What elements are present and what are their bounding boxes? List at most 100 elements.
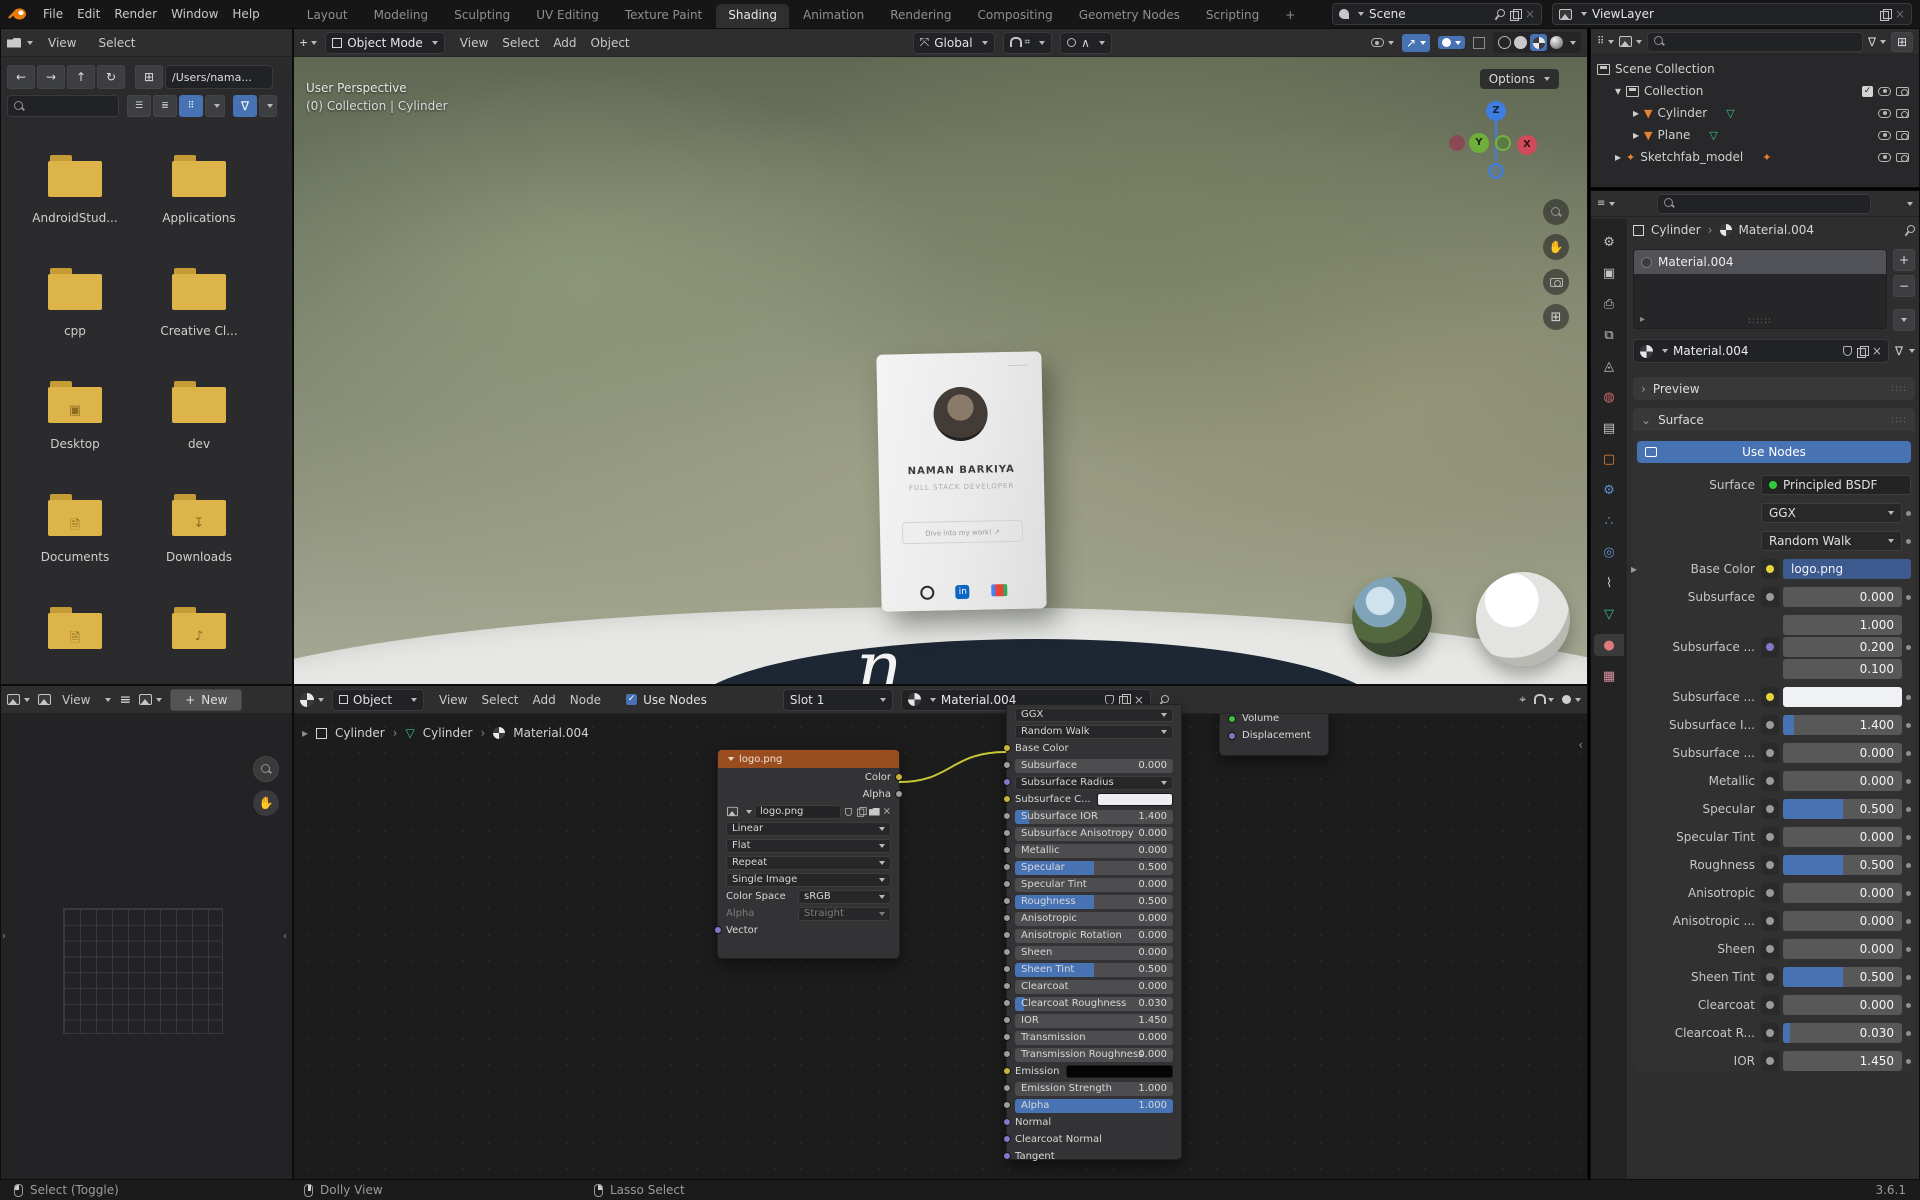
folder-item-androidstud[interactable]: AndroidStud...	[13, 147, 137, 260]
keyframe-dot[interactable]	[1906, 890, 1911, 896]
decorator-button[interactable]	[1761, 1023, 1779, 1043]
hide-in-viewport-toggle[interactable]	[1878, 152, 1891, 162]
keyframe-dot[interactable]	[1906, 1058, 1911, 1064]
decorator-button[interactable]	[1761, 1051, 1779, 1071]
viewport-zoom-button[interactable]	[1543, 199, 1569, 225]
tab-scene-properties[interactable]: ◬	[1594, 355, 1624, 377]
input-socket[interactable]	[1003, 880, 1011, 888]
disable-in-renders-toggle[interactable]	[1896, 86, 1909, 96]
decorator-button[interactable]	[1761, 967, 1779, 987]
viewport-menu-object[interactable]: Object	[584, 33, 637, 53]
shader-menu-select[interactable]: Select	[474, 690, 525, 710]
keyframe-dot[interactable]	[1906, 778, 1911, 784]
node-snapping-dropdown[interactable]	[1534, 694, 1554, 705]
properties-search-input[interactable]	[1657, 193, 1871, 214]
folder-item-desktop[interactable]: ▣ Desktop	[13, 373, 137, 486]
new-image-button[interactable]: + New	[170, 688, 243, 711]
node-value-slider[interactable]: Sheen Tint 0.500	[1015, 962, 1173, 977]
folder-item-creativecl[interactable]: Creative Cl...	[137, 260, 261, 373]
input-socket[interactable]	[1228, 731, 1236, 740]
workspace-tab-modeling[interactable]: Modeling	[362, 4, 441, 28]
node-value-slider[interactable]: Specular 0.500	[1015, 860, 1173, 875]
keyframe-dot[interactable]	[1906, 806, 1911, 812]
input-socket[interactable]	[1003, 1135, 1011, 1143]
principled-bsdf-node[interactable]: GGX Random Walk Base Color Subsurface 0.00…	[1003, 704, 1182, 1162]
value-slider[interactable]: 1.450	[1783, 1051, 1902, 1071]
show-overlays-toggle[interactable]	[1438, 36, 1465, 49]
expand-closed-icon[interactable]: ▸	[1633, 106, 1639, 120]
node-value-slider[interactable]: Anisotropic 0.000	[1015, 911, 1173, 926]
input-socket[interactable]	[1003, 778, 1011, 786]
tab-material-properties[interactable]: ●	[1594, 634, 1624, 656]
tab-render-properties[interactable]: ▣	[1594, 262, 1624, 284]
filter-dropdown[interactable]	[259, 95, 277, 117]
mode-selector[interactable]: Object Mode	[325, 31, 445, 54]
alpha-output-socket[interactable]	[895, 790, 903, 798]
distribution-dropdown[interactable]: GGX	[1761, 503, 1902, 523]
editor-type-image-icon[interactable]	[7, 694, 30, 705]
create-directory-button[interactable]: ⊞	[135, 65, 163, 89]
display-horizontal-list-button[interactable]: ≣	[153, 95, 177, 117]
viewport-camera-view-button[interactable]	[1543, 269, 1569, 295]
xray-toggle[interactable]	[1473, 36, 1485, 49]
node-value-slider[interactable]: Subsurface IOR 1.400	[1015, 809, 1173, 824]
workspace-tab-rendering[interactable]: Rendering	[878, 4, 963, 28]
gizmo-axis-z[interactable]: Z	[1486, 101, 1506, 121]
material-specials-dropdown[interactable]: ∇	[1895, 344, 1915, 358]
tab-world-properties[interactable]: ◍	[1594, 386, 1624, 408]
outliner-row-cylinder[interactable]: ▸ ▼ Cylinder ▽	[1591, 102, 1919, 124]
viewlayer-selector[interactable]: ViewLayer ×	[1552, 3, 1912, 25]
workspace-tab-texture-paint[interactable]: Texture Paint	[613, 4, 714, 28]
panel-pull-tab-right[interactable]: ‹	[283, 931, 287, 942]
value-slider[interactable]: 0.000	[1783, 883, 1902, 903]
surface-shader-selector[interactable]: Principled BSDF	[1761, 475, 1911, 495]
workspace-add-button[interactable]: +	[1273, 4, 1307, 28]
unlink-image-icon[interactable]: ×	[883, 806, 891, 817]
viewport-3d[interactable]: n ⸻ NAMAN BARKIYA FULL STACK DEVELOPER D…	[293, 28, 1588, 685]
node-value-slider[interactable]: Transmission 0.000	[1015, 1030, 1173, 1045]
disable-in-renders-toggle[interactable]	[1896, 152, 1909, 162]
value-slider[interactable]: 0.000	[1783, 939, 1902, 959]
input-socket[interactable]	[1003, 1016, 1011, 1024]
file-browser-menu-view[interactable]: View	[41, 33, 83, 53]
base-color-field[interactable]: logo.png	[1783, 559, 1911, 579]
image-node-dropdown-linear[interactable]: Linear	[726, 821, 891, 836]
shader-editor[interactable]: Object View Select Add Node ✓ Use Nodes Slot…	[293, 685, 1588, 1180]
keyframe-dot[interactable]	[1906, 594, 1911, 600]
image-node-dropdown-flat[interactable]: Flat	[726, 838, 891, 853]
breadcrumb-expand-icon[interactable]: ▸	[302, 726, 308, 740]
value-slider[interactable]: 1.000	[1783, 615, 1902, 635]
new-scene-icon[interactable]	[1509, 8, 1522, 21]
tab-viewlayer-properties[interactable]: ⧉	[1594, 324, 1624, 346]
keyframe-dot[interactable]	[1906, 750, 1911, 756]
display-thumbnails-button[interactable]: ⠿	[179, 95, 203, 117]
value-slider[interactable]: 0.500	[1783, 799, 1902, 819]
expand-closed-icon[interactable]: ▸	[1633, 128, 1639, 142]
folder-item-cpp[interactable]: cpp	[13, 260, 137, 373]
new-collection-button[interactable]: ⊞	[1891, 31, 1913, 52]
input-socket[interactable]	[1003, 1118, 1011, 1126]
app-menu-render[interactable]: Render	[107, 4, 164, 24]
outliner-search-input[interactable]	[1647, 31, 1863, 52]
transform-orientation-dropdown[interactable]: ⤧ Global	[912, 31, 995, 54]
material-slot-dropdown[interactable]: Slot 1	[782, 688, 893, 711]
outliner-item-label[interactable]: Sketchfab_model	[1640, 150, 1743, 164]
input-socket[interactable]	[1003, 744, 1011, 752]
tab-object-properties[interactable]: ▢	[1594, 448, 1624, 470]
value-slider[interactable]: 0.100	[1783, 659, 1902, 679]
add-material-slot-button[interactable]: +	[1893, 249, 1915, 271]
node-color-swatch[interactable]	[1096, 793, 1173, 806]
keyframe-dot[interactable]	[1906, 694, 1911, 700]
folder-item-documents[interactable]: 🗎 Documents	[13, 486, 137, 599]
outliner-filter-type-dropdown[interactable]	[1619, 36, 1643, 47]
proportional-editing-dropdown[interactable]: ∧	[1060, 31, 1112, 54]
decorator-button[interactable]	[1761, 827, 1779, 847]
image-editor-view-menu[interactable]: View	[38, 690, 112, 710]
white-sphere[interactable]	[1476, 572, 1570, 666]
value-slider[interactable]: 0.000	[1783, 827, 1902, 847]
snapping-dropdown[interactable]: ⌗	[1002, 31, 1053, 54]
tab-particles-properties[interactable]: ∴	[1594, 510, 1624, 532]
display-size-dropdown[interactable]	[205, 95, 225, 117]
hdri-mirror-sphere[interactable]	[1352, 577, 1432, 657]
input-socket[interactable]	[1003, 931, 1011, 939]
